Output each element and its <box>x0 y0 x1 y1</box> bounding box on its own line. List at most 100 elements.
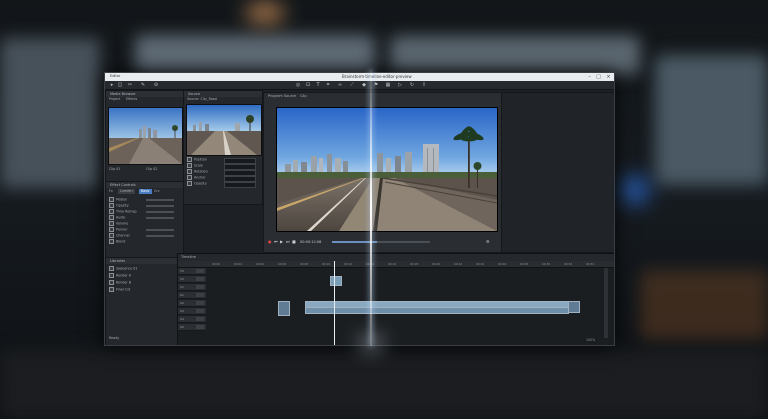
library-item[interactable]: Render A <box>109 273 131 278</box>
transport-controls: ● ⏮ ▶ ⏭ ■ 00:00:12:08 ⚙ <box>266 238 498 246</box>
project-item[interactable]: Clip 02 <box>146 167 157 172</box>
trim-icon[interactable]: ◫ <box>117 82 123 88</box>
track-toggle[interactable] <box>196 317 204 321</box>
toolbar: ▸ ◫ ✂ ✎ ⊘ ◎ ⊡ T ⌗ ∞ ⟋ ◆ ⚑ ▦ ▷ ↻ ⇪ <box>105 81 614 90</box>
track-toggle[interactable] <box>196 277 204 281</box>
step-forward-icon[interactable]: ⏭ <box>286 239 290 244</box>
maximize-icon[interactable]: □ <box>594 73 603 81</box>
effect-slider[interactable] <box>146 211 174 213</box>
text-icon[interactable]: T <box>315 82 321 88</box>
hand-icon[interactable]: ✎ <box>140 82 146 88</box>
timeline-scrollbar[interactable] <box>604 268 608 338</box>
ruler-tick: 00:20 <box>432 262 441 266</box>
track-label: A3 <box>180 309 184 313</box>
cut-icon[interactable]: ✂ <box>127 82 133 88</box>
ruler-tick: 00:06 <box>278 262 287 266</box>
ruler-tick: 00:02 <box>234 262 243 266</box>
timeline-clip-thumb[interactable] <box>278 301 290 316</box>
track-header[interactable]: A5 <box>178 324 206 331</box>
timeline-ruler[interactable]: 00:0000:0200:0400:0600:0800:1000:1200:14… <box>178 261 614 268</box>
snap-icon[interactable]: ⟋ <box>349 82 355 88</box>
track-header[interactable]: V1 <box>178 284 206 291</box>
track-toggle[interactable] <box>196 325 204 329</box>
zoom-icon[interactable]: ⊘ <box>153 82 159 88</box>
track-header[interactable]: A1 <box>178 292 206 299</box>
track-header[interactable]: A2 <box>178 300 206 307</box>
ruler-tick: 00:24 <box>476 262 485 266</box>
background-desk <box>0 350 768 419</box>
settings-icon[interactable]: ⚙ <box>486 239 490 244</box>
flag-icon[interactable]: ⚑ <box>373 82 379 88</box>
ruler-tick: 00:34 <box>586 262 595 266</box>
source-subheader: Source: City_Road <box>187 97 217 101</box>
opacity-field[interactable] <box>224 182 256 188</box>
source-thumbnail[interactable] <box>186 104 262 156</box>
timeline-clip-title[interactable] <box>330 276 342 286</box>
ruler-tick: 00:08 <box>300 262 309 266</box>
grid-icon[interactable]: ▦ <box>385 82 391 88</box>
ruler-tick: 00:18 <box>410 262 419 266</box>
effect-tab-active[interactable]: Basic <box>139 189 152 194</box>
track-toggle[interactable] <box>196 293 204 297</box>
background-monitor-left <box>0 38 100 188</box>
track-header[interactable]: A4 <box>178 316 206 323</box>
viewer-tab-clip[interactable]: Clip <box>300 94 307 98</box>
minimize-icon[interactable]: – <box>585 73 594 81</box>
project-item[interactable]: Clip 01 <box>109 167 120 172</box>
effect-row: Time Remap <box>109 209 137 214</box>
track-header[interactable]: A3 <box>178 308 206 315</box>
background-warm-light <box>640 270 768 340</box>
track-toggle[interactable] <box>196 269 204 273</box>
marker-icon[interactable]: ◆ <box>361 82 367 88</box>
effect-slider[interactable] <box>146 205 174 207</box>
crop-icon[interactable]: ⌗ <box>325 82 331 88</box>
effect-row: Audio <box>109 215 125 220</box>
effect-slider[interactable] <box>146 199 174 201</box>
ripple-icon[interactable]: ◎ <box>295 82 301 88</box>
play-button-icon[interactable]: ▶ <box>280 239 283 244</box>
timeline-playhead[interactable] <box>334 261 335 345</box>
library-item[interactable]: Sequence 01 <box>109 266 138 271</box>
viewer-tab-source[interactable]: Source <box>284 94 296 98</box>
program-frame[interactable] <box>276 107 498 232</box>
track-toggle[interactable] <box>196 285 204 289</box>
loop-icon[interactable]: ↻ <box>409 82 415 88</box>
library-item[interactable]: Final Cut <box>109 287 130 292</box>
close-icon[interactable]: × <box>604 73 613 81</box>
browser-panel: Libraries Sequence 01 Render A Render B … <box>105 257 178 345</box>
step-back-icon[interactable]: ⏮ <box>274 239 278 244</box>
effect-tab[interactable]: Crv <box>154 189 160 194</box>
effect-slider[interactable] <box>146 217 174 219</box>
record-icon[interactable]: ● <box>268 239 272 244</box>
media-thumbnail-city[interactable] <box>108 107 183 165</box>
prop-row: Anchor <box>187 175 206 180</box>
library-item[interactable]: Render B <box>109 280 131 285</box>
track-header[interactable]: V2 <box>178 276 206 283</box>
ruler-tick: 00:04 <box>256 262 265 266</box>
timecode: 00:00:12:08 <box>300 239 322 244</box>
effect-slider[interactable] <box>146 235 174 237</box>
effect-row: Blend <box>109 239 125 244</box>
track-label: A5 <box>180 325 184 329</box>
project-tab[interactable]: Project <box>109 97 120 102</box>
play-icon[interactable]: ▷ <box>397 82 403 88</box>
export-icon[interactable]: ⇪ <box>421 82 427 88</box>
viewer-tab-program[interactable]: Program <box>268 94 283 98</box>
track-header[interactable]: V3 <box>178 268 206 275</box>
timeline-clip-end[interactable] <box>568 301 580 313</box>
effects-tab[interactable]: Effects <box>126 97 137 102</box>
project-panel: Media Browser Project Effects Clip 01 Cl… <box>105 90 184 182</box>
effect-row: Motion <box>109 197 127 202</box>
select-icon[interactable]: ▸ <box>109 82 115 88</box>
ruler-tick: 00:22 <box>454 262 463 266</box>
effect-tab[interactable]: Lumetri <box>118 189 135 194</box>
track-label: V2 <box>180 277 184 281</box>
effect-tab[interactable]: Fx <box>109 189 113 194</box>
track-toggle[interactable] <box>196 309 204 313</box>
link-icon[interactable]: ∞ <box>337 82 343 88</box>
timeline-clip-audio[interactable] <box>305 307 569 314</box>
slip-icon[interactable]: ⊡ <box>305 82 311 88</box>
track-toggle[interactable] <box>196 301 204 305</box>
effect-slider[interactable] <box>146 229 174 231</box>
stop-icon[interactable]: ■ <box>292 239 296 244</box>
